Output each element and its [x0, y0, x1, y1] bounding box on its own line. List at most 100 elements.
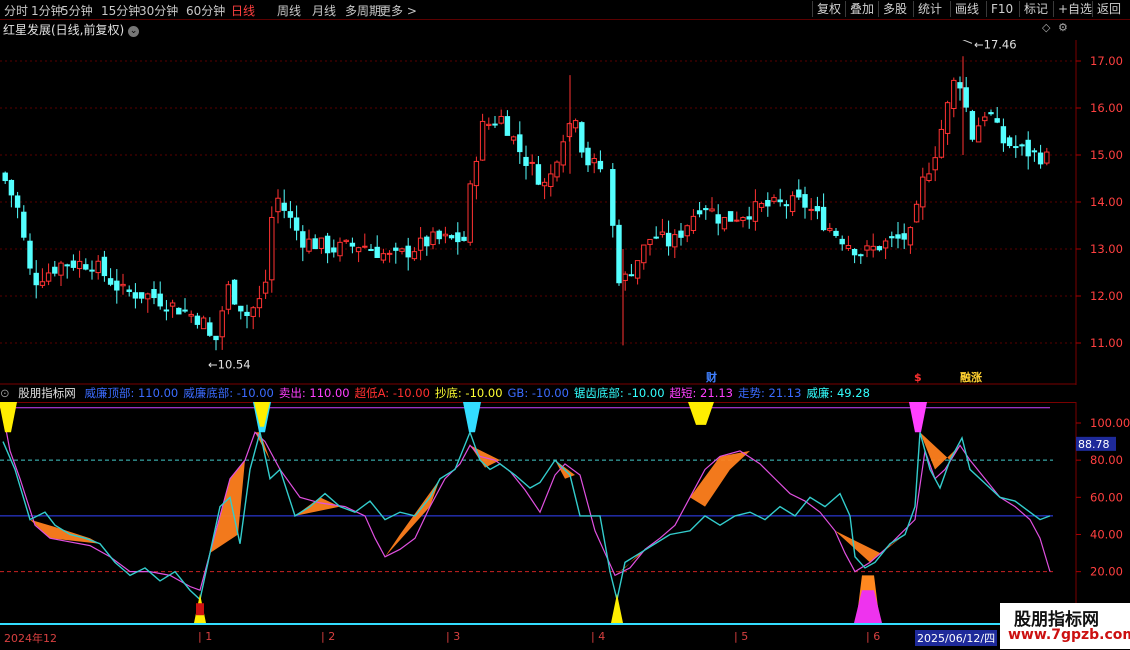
chevron-down-icon[interactable]: ⌄	[128, 26, 140, 37]
period-tab[interactable]: 更多 >	[379, 2, 417, 19]
candle-body	[548, 173, 554, 188]
indicator-name[interactable]: 股朋指标网	[18, 386, 76, 400]
candle-body	[554, 161, 560, 178]
indicator-axis-label: 20.00	[1090, 565, 1123, 579]
period-tab[interactable]: 周线	[277, 2, 301, 19]
candle-body	[827, 227, 833, 231]
candle-body	[1037, 152, 1044, 165]
price-axis-label: 12.00	[1090, 289, 1123, 303]
period-tab[interactable]: 30分钟	[139, 2, 178, 19]
candle-body	[250, 307, 256, 317]
candle-body	[1006, 137, 1013, 147]
bottom-signal-marker	[854, 590, 882, 623]
top-signal-marker	[909, 402, 927, 433]
candle-body	[616, 224, 622, 284]
period-tab[interactable]: 60分钟	[186, 2, 225, 19]
candle-body	[746, 216, 752, 220]
candle-body	[684, 225, 690, 237]
high-label: ←17.46	[974, 40, 1017, 51]
candle-body	[169, 302, 176, 307]
candle-body	[988, 112, 994, 115]
event-marker: 融涨	[960, 370, 982, 384]
candle-body	[504, 116, 511, 136]
candle-body	[238, 305, 244, 312]
date-axis-label: | 4	[591, 630, 606, 643]
indicator-chart[interactable]: 100.00 80.00 60.00 40.00 20.00 88.78	[0, 402, 1130, 630]
candle-body	[306, 238, 312, 252]
candle-body	[293, 217, 300, 231]
indicator-param: 走势: 21.13	[737, 386, 802, 400]
toolbar-button[interactable]: F10	[986, 1, 1017, 17]
candle-body	[529, 161, 535, 164]
toolbar-button[interactable]: 标记	[1019, 1, 1052, 17]
candle-body	[151, 289, 157, 299]
candle-body	[994, 118, 1000, 123]
candle-body	[740, 217, 746, 221]
toolbar-button[interactable]: 返回	[1092, 1, 1125, 17]
candle-body	[188, 313, 194, 317]
candle-body	[318, 237, 325, 249]
candle-body	[814, 206, 821, 212]
candle-body	[951, 79, 957, 110]
period-tab[interactable]: 1分钟	[31, 2, 63, 19]
candle-body	[39, 281, 46, 286]
candle-body	[498, 115, 504, 124]
toolbar-button[interactable]: 统计	[913, 1, 946, 17]
candle-body	[461, 236, 467, 241]
settings-icon[interactable]: ⚙	[1058, 21, 1068, 34]
candle-body	[269, 216, 275, 281]
indicator-fill	[835, 530, 905, 563]
candle-body	[870, 245, 876, 251]
stock-title[interactable]: 红星发展(日线,前复权) ⌄	[3, 21, 140, 38]
candle-body	[64, 264, 70, 267]
candle-body	[789, 195, 796, 213]
period-toolbar: 分时 1分钟 5分钟 15分钟 30分钟 60分钟 日线 周线 月线 多周期 更多 > 复权 叠加 多股统…	[0, 0, 1130, 20]
period-tab[interactable]: 分时	[4, 2, 28, 19]
candle-body	[665, 232, 672, 247]
candle-body	[833, 230, 839, 236]
candlestick-chart[interactable]: 17.00 16.00 15.00 14.00 13.00 12.00 11.00 ←17.4…	[0, 40, 1130, 385]
candle-body	[696, 210, 703, 215]
toolbar-button[interactable]: 复权	[812, 1, 845, 17]
candle-body	[882, 240, 889, 249]
watermark-url: www.7gpzb.com	[1008, 627, 1130, 643]
toolbar-button[interactable]: 叠加	[845, 1, 878, 17]
period-tab[interactable]: 日线	[231, 2, 255, 19]
candle-body	[281, 202, 287, 211]
period-tab[interactable]: 多周期	[345, 2, 381, 19]
diamond-icon[interactable]: ◇	[1042, 21, 1050, 34]
candle-body	[672, 234, 678, 248]
period-tab[interactable]: 5分钟	[61, 2, 93, 19]
candle-body	[405, 245, 411, 258]
candle-body	[864, 245, 870, 251]
candle-body	[467, 183, 473, 243]
candle-body	[45, 272, 52, 282]
candle-body	[231, 279, 238, 305]
candle-body	[380, 253, 387, 261]
candle-body	[70, 260, 77, 268]
toolbar-button[interactable]: 画线	[950, 1, 983, 17]
candle-body	[920, 176, 926, 208]
top-signal-marker	[688, 402, 714, 425]
high-pointer	[962, 40, 973, 44]
ultra-short-line	[2, 413, 1051, 592]
toolbar-button[interactable]: +自选	[1053, 1, 1096, 17]
candle-body	[628, 274, 635, 277]
indicator-collapse-icon[interactable]: ⊙	[0, 386, 10, 400]
candle-body	[89, 269, 95, 272]
period-tab[interactable]: 月线	[312, 2, 336, 19]
top-signal-marker	[463, 402, 481, 433]
toolbar-button[interactable]: 多股	[878, 1, 911, 17]
candle-body	[182, 309, 188, 312]
candle-body	[641, 244, 647, 264]
price-axis-label: 14.00	[1090, 195, 1123, 209]
candle-body	[219, 310, 225, 338]
candle-body	[901, 233, 907, 240]
candle-body	[2, 172, 8, 182]
indicator-axis-label: 80.00	[1090, 453, 1123, 467]
candle-body	[926, 173, 932, 181]
candle-body	[83, 264, 89, 270]
candle-body	[678, 230, 684, 238]
period-tab[interactable]: 15分钟	[101, 2, 140, 19]
candle-body	[752, 201, 759, 222]
